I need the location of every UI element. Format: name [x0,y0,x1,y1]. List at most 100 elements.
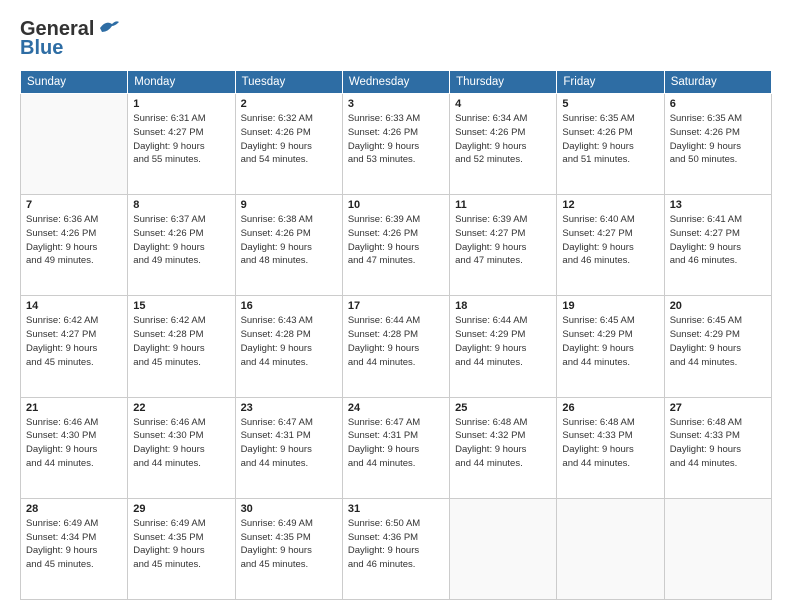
cell-info: Sunrise: 6:35 AM Sunset: 4:26 PM Dayligh… [670,112,766,167]
cell-day-number: 4 [455,98,551,110]
calendar-cell [450,498,557,599]
cell-info: Sunrise: 6:49 AM Sunset: 4:35 PM Dayligh… [241,517,337,572]
cell-day-number: 5 [562,98,658,110]
weekday-header-wednesday: Wednesday [342,71,449,94]
weekday-header-friday: Friday [557,71,664,94]
calendar-cell: 23 Sunrise: 6:47 AM Sunset: 4:31 PM Dayli… [235,397,342,498]
cell-info: Sunrise: 6:48 AM Sunset: 4:33 PM Dayligh… [562,416,658,471]
calendar-cell: 1Sunrise: 6:31 AM Sunset: 4:27 PM Daylig… [128,94,235,195]
cell-day-number: 24 [348,402,444,414]
calendar-week-row: 7 Sunrise: 6:36 AM Sunset: 4:26 PM Daylig… [21,195,772,296]
cell-info: Sunrise: 6:45 AM Sunset: 4:29 PM Dayligh… [562,314,658,369]
cell-day-number: 13 [670,199,766,211]
calendar-cell: 11 Sunrise: 6:39 AM Sunset: 4:27 PM Dayli… [450,195,557,296]
calendar-week-row: 14Sunrise: 6:42 AM Sunset: 4:27 PM Dayli… [21,296,772,397]
cell-info: Sunrise: 6:41 AM Sunset: 4:27 PM Dayligh… [670,213,766,268]
calendar-cell: 7 Sunrise: 6:36 AM Sunset: 4:26 PM Daylig… [21,195,128,296]
calendar-cell: 17Sunrise: 6:44 AM Sunset: 4:28 PM Dayli… [342,296,449,397]
cell-info: Sunrise: 6:42 AM Sunset: 4:28 PM Dayligh… [133,314,229,369]
calendar-cell: 21Sunrise: 6:46 AM Sunset: 4:30 PM Dayli… [21,397,128,498]
page: General Blue SundayMondayTuesdayWednesda… [0,0,792,612]
calendar-cell [664,498,771,599]
calendar-cell [557,498,664,599]
weekday-header-sunday: Sunday [21,71,128,94]
cell-info: Sunrise: 6:39 AM Sunset: 4:27 PM Dayligh… [455,213,551,268]
calendar-cell: 8 Sunrise: 6:37 AM Sunset: 4:26 PM Daylig… [128,195,235,296]
calendar-cell: 18Sunrise: 6:44 AM Sunset: 4:29 PM Dayli… [450,296,557,397]
calendar-cell: 12Sunrise: 6:40 AM Sunset: 4:27 PM Dayli… [557,195,664,296]
calendar-cell: 19 Sunrise: 6:45 AM Sunset: 4:29 PM Dayli… [557,296,664,397]
cell-day-number: 29 [133,503,229,515]
calendar-cell: 15 Sunrise: 6:42 AM Sunset: 4:28 PM Dayli… [128,296,235,397]
calendar-cell: 27 Sunrise: 6:48 AM Sunset: 4:33 PM Dayli… [664,397,771,498]
weekday-header-thursday: Thursday [450,71,557,94]
cell-day-number: 8 [133,199,229,211]
cell-day-number: 14 [26,300,122,312]
cell-day-number: 3 [348,98,444,110]
cell-info: Sunrise: 6:48 AM Sunset: 4:33 PM Dayligh… [670,416,766,471]
cell-day-number: 6 [670,98,766,110]
calendar-cell: 25 Sunrise: 6:48 AM Sunset: 4:32 PM Dayli… [450,397,557,498]
cell-day-number: 10 [348,199,444,211]
cell-day-number: 20 [670,300,766,312]
calendar-cell: 20 Sunrise: 6:45 AM Sunset: 4:29 PM Dayli… [664,296,771,397]
calendar-cell: 30 Sunrise: 6:49 AM Sunset: 4:35 PM Dayli… [235,498,342,599]
calendar-cell: 4 Sunrise: 6:34 AM Sunset: 4:26 PM Daylig… [450,94,557,195]
calendar-cell: 9Sunrise: 6:38 AM Sunset: 4:26 PM Daylig… [235,195,342,296]
calendar-cell: 13 Sunrise: 6:41 AM Sunset: 4:27 PM Dayli… [664,195,771,296]
cell-info: Sunrise: 6:48 AM Sunset: 4:32 PM Dayligh… [455,416,551,471]
logo-blue: Blue [20,37,63,60]
calendar-cell: 31Sunrise: 6:50 AM Sunset: 4:36 PM Dayli… [342,498,449,599]
cell-day-number: 23 [241,402,337,414]
weekday-header-saturday: Saturday [664,71,771,94]
calendar-week-row: 28 Sunrise: 6:49 AM Sunset: 4:34 PM Dayli… [21,498,772,599]
cell-info: Sunrise: 6:36 AM Sunset: 4:26 PM Dayligh… [26,213,122,268]
cell-day-number: 15 [133,300,229,312]
calendar-cell: 22Sunrise: 6:46 AM Sunset: 4:30 PM Dayli… [128,397,235,498]
cell-info: Sunrise: 6:50 AM Sunset: 4:36 PM Dayligh… [348,517,444,572]
calendar-week-row: 1Sunrise: 6:31 AM Sunset: 4:27 PM Daylig… [21,94,772,195]
calendar-cell [21,94,128,195]
cell-day-number: 16 [241,300,337,312]
cell-info: Sunrise: 6:45 AM Sunset: 4:29 PM Dayligh… [670,314,766,369]
cell-info: Sunrise: 6:33 AM Sunset: 4:26 PM Dayligh… [348,112,444,167]
calendar-cell: 29 Sunrise: 6:49 AM Sunset: 4:35 PM Dayli… [128,498,235,599]
cell-day-number: 11 [455,199,551,211]
cell-day-number: 25 [455,402,551,414]
calendar-cell: 10 Sunrise: 6:39 AM Sunset: 4:26 PM Dayli… [342,195,449,296]
calendar-week-row: 21Sunrise: 6:46 AM Sunset: 4:30 PM Dayli… [21,397,772,498]
cell-day-number: 7 [26,199,122,211]
cell-day-number: 22 [133,402,229,414]
cell-info: Sunrise: 6:49 AM Sunset: 4:35 PM Dayligh… [133,517,229,572]
cell-info: Sunrise: 6:47 AM Sunset: 4:31 PM Dayligh… [241,416,337,471]
calendar-cell: 3 Sunrise: 6:33 AM Sunset: 4:26 PM Daylig… [342,94,449,195]
calendar-cell: 14Sunrise: 6:42 AM Sunset: 4:27 PM Dayli… [21,296,128,397]
cell-info: Sunrise: 6:49 AM Sunset: 4:34 PM Dayligh… [26,517,122,572]
header: General Blue [20,18,772,60]
cell-info: Sunrise: 6:44 AM Sunset: 4:29 PM Dayligh… [455,314,551,369]
cell-info: Sunrise: 6:37 AM Sunset: 4:26 PM Dayligh… [133,213,229,268]
cell-day-number: 1 [133,98,229,110]
cell-info: Sunrise: 6:38 AM Sunset: 4:26 PM Dayligh… [241,213,337,268]
logo: General Blue [20,18,120,60]
cell-info: Sunrise: 6:43 AM Sunset: 4:28 PM Dayligh… [241,314,337,369]
cell-day-number: 21 [26,402,122,414]
cell-info: Sunrise: 6:39 AM Sunset: 4:26 PM Dayligh… [348,213,444,268]
cell-day-number: 27 [670,402,766,414]
cell-day-number: 2 [241,98,337,110]
calendar-cell: 2 Sunrise: 6:32 AM Sunset: 4:26 PM Daylig… [235,94,342,195]
cell-info: Sunrise: 6:34 AM Sunset: 4:26 PM Dayligh… [455,112,551,167]
cell-day-number: 28 [26,503,122,515]
calendar-cell: 6 Sunrise: 6:35 AM Sunset: 4:26 PM Daylig… [664,94,771,195]
cell-day-number: 26 [562,402,658,414]
calendar-header-row: SundayMondayTuesdayWednesdayThursdayFrid… [21,71,772,94]
calendar-cell: 28 Sunrise: 6:49 AM Sunset: 4:34 PM Dayli… [21,498,128,599]
cell-day-number: 30 [241,503,337,515]
cell-info: Sunrise: 6:47 AM Sunset: 4:31 PM Dayligh… [348,416,444,471]
cell-day-number: 19 [562,300,658,312]
cell-info: Sunrise: 6:35 AM Sunset: 4:26 PM Dayligh… [562,112,658,167]
logo-bird-icon [98,18,120,36]
weekday-header-tuesday: Tuesday [235,71,342,94]
cell-info: Sunrise: 6:32 AM Sunset: 4:26 PM Dayligh… [241,112,337,167]
calendar-cell: 24 Sunrise: 6:47 AM Sunset: 4:31 PM Dayli… [342,397,449,498]
